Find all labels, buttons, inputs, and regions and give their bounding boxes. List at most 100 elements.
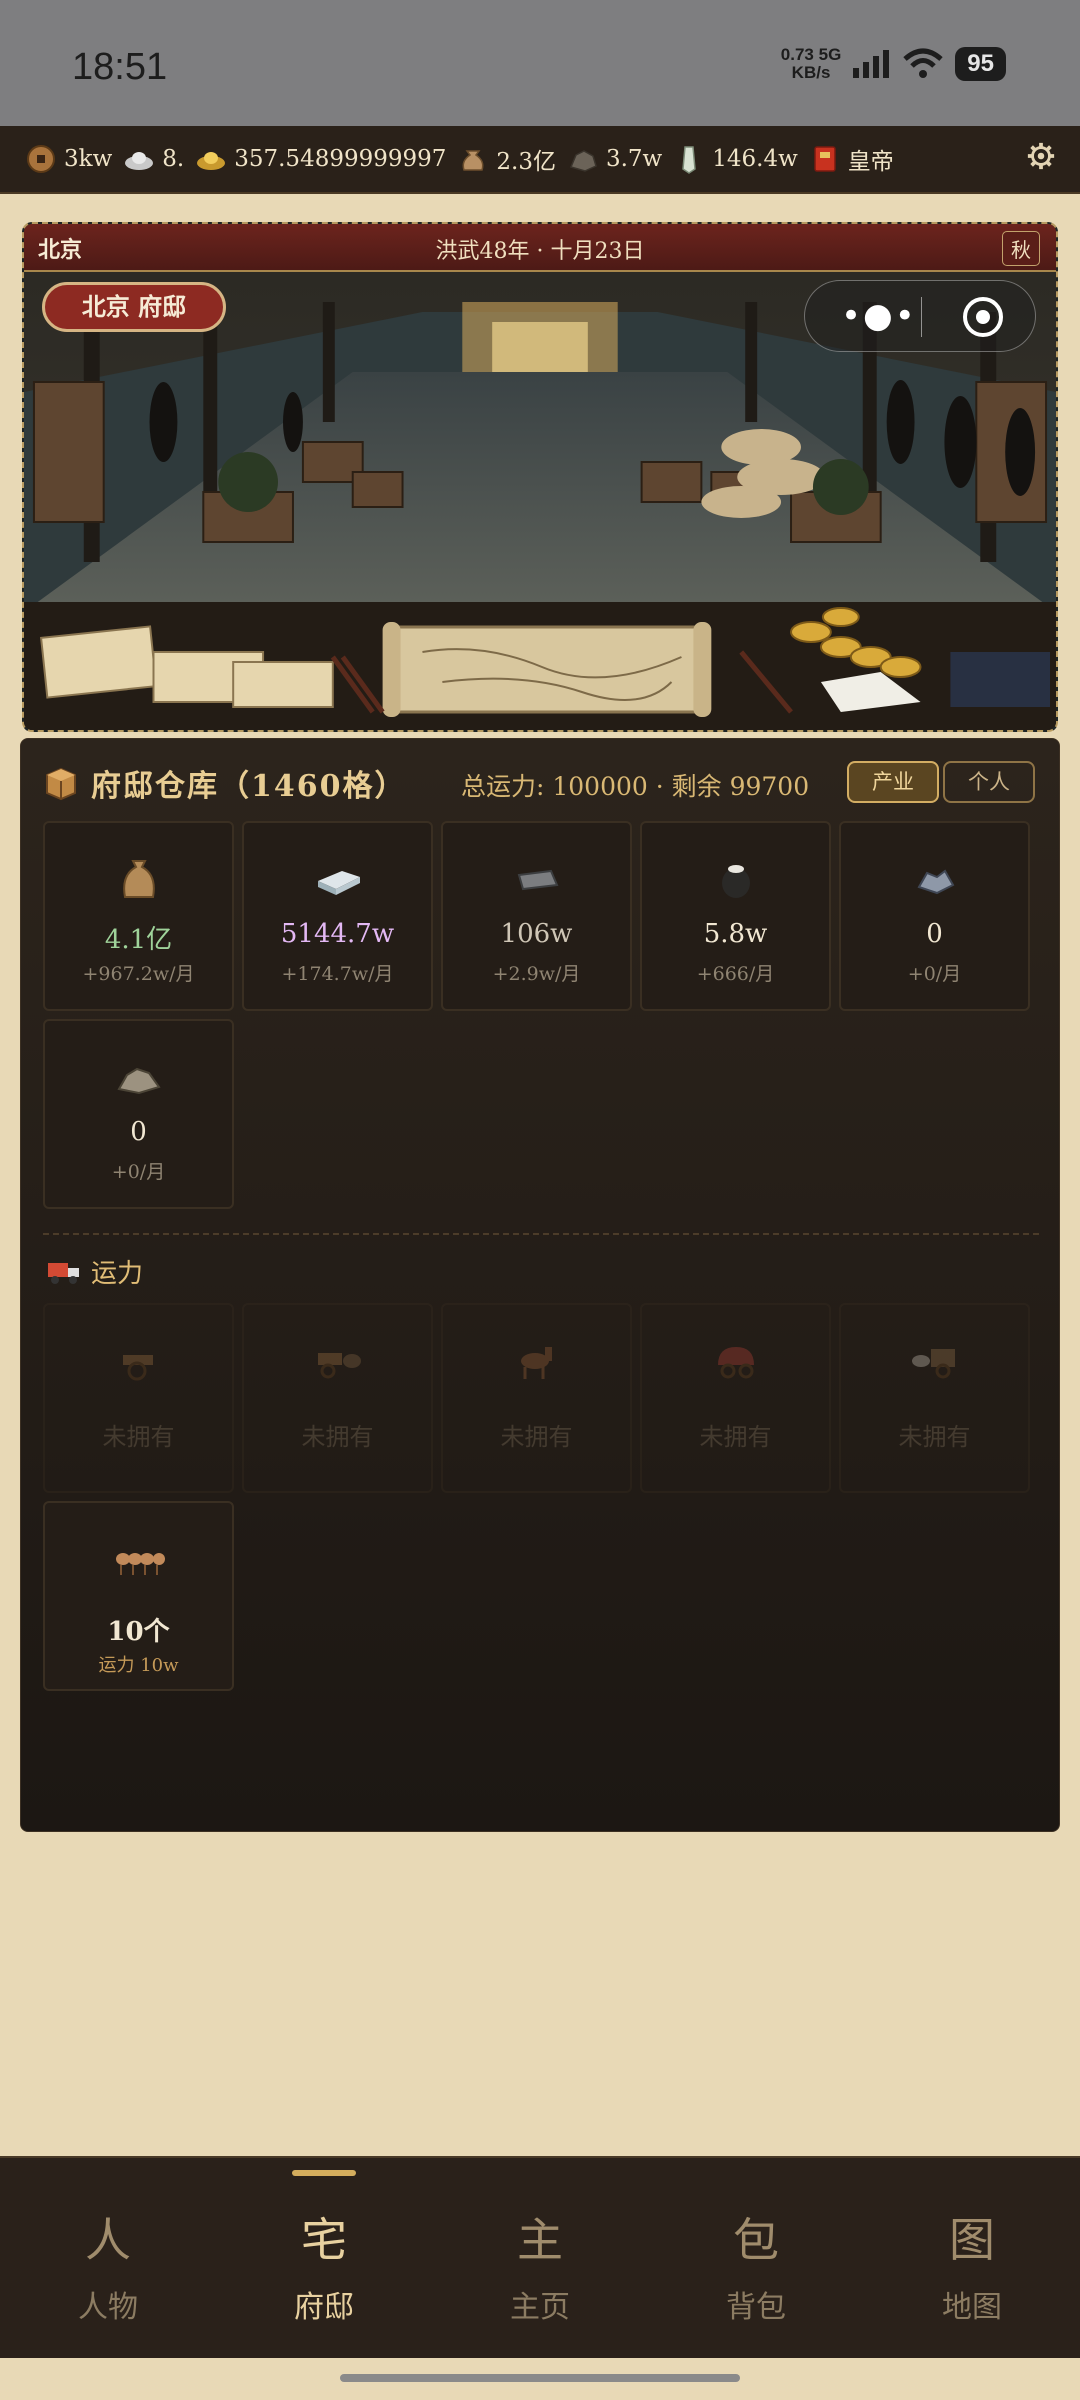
nav-label: 府邸 <box>294 2290 354 2325</box>
nav-glyph: 图 <box>949 2213 995 2267</box>
more-icon[interactable]: •●• <box>841 299 917 333</box>
money-bag-icon <box>456 142 490 176</box>
gear-icon[interactable] <box>1026 141 1056 177</box>
vehicle-capacity: 运力 10w <box>98 1655 179 1676</box>
tab-personal[interactable]: 个人 <box>943 761 1035 803</box>
item-amount: 106w <box>500 919 573 949</box>
item-rate: +2.9w/月 <box>492 963 581 985</box>
transport-title: 运力 <box>47 1253 143 1290</box>
nav-label: 地图 <box>942 2290 1002 2325</box>
warehouse-item-ore[interactable]: 0 +0/月 <box>43 1019 234 1209</box>
resource-value: 3kw <box>64 146 113 172</box>
nav-backpack[interactable]: 包 背包 <box>648 2158 864 2358</box>
nav-home[interactable]: 主 主页 <box>432 2158 648 2358</box>
camel-caravan-icon <box>113 1535 165 1583</box>
vehicle-horse[interactable]: 未拥有 <box>441 1303 632 1493</box>
nav-label: 背包 <box>726 2290 786 2325</box>
vehicle-handcart[interactable]: 未拥有 <box>43 1303 234 1493</box>
nav-residence[interactable]: 宅 府邸 <box>216 2158 432 2358</box>
warehouse-tabs: 产业 个人 <box>847 761 1035 803</box>
capacity-text: 总运力: 100000 · 剩余 99700 <box>461 772 810 801</box>
resource-copper[interactable]: 3kw <box>24 142 112 176</box>
net-speed-value: 0.73 <box>780 45 814 64</box>
truck-icon <box>48 1262 79 1284</box>
warehouse-item-iron[interactable]: 106w +2.9w/月 <box>441 821 632 1011</box>
covered-wagon-icon <box>710 1337 762 1385</box>
warehouse-item-silver[interactable]: 5144.7w +174.7w/月 <box>242 821 433 1011</box>
nav-character[interactable]: 人 人物 <box>0 2158 216 2358</box>
silver-ingot-icon <box>122 142 156 176</box>
ore-icon <box>566 142 600 176</box>
vehicle-horse-carriage[interactable]: 未拥有 <box>839 1303 1030 1493</box>
resource-bar: 3kw 8. 357.54899999997 2.3亿 3.7w 146.4w … <box>0 126 1080 194</box>
resource-ore[interactable]: 3.7w <box>566 142 662 176</box>
resource-silver[interactable]: 8. <box>122 142 184 176</box>
handcart-icon <box>113 1337 165 1385</box>
warehouse-item-grain[interactable]: 4.1亿 +967.2w/月 <box>43 821 234 1011</box>
salt-jar-icon <box>710 855 762 903</box>
resource-money[interactable]: 2.3亿 <box>456 142 556 176</box>
resource-jade[interactable]: 146.4w <box>672 142 798 176</box>
vehicle-status: 未拥有 <box>898 1423 971 1451</box>
item-rate: +174.7w/月 <box>281 963 394 985</box>
item-rate: +0/月 <box>111 1161 166 1183</box>
net-unit: KB/s <box>791 63 831 82</box>
battery-indicator: 95 <box>955 47 1006 81</box>
vehicle-camel-caravan[interactable]: 10个 运力 10w <box>43 1501 234 1691</box>
item-amount: 4.1亿 <box>104 925 173 955</box>
box-icon <box>46 767 76 801</box>
capsule-divider <box>921 297 922 337</box>
gemstone-icon <box>909 855 961 903</box>
item-amount: 5144.7w <box>280 919 395 949</box>
resource-title[interactable]: 皇帝 <box>808 142 894 176</box>
item-amount: 0 <box>926 919 943 949</box>
nav-glyph: 宅 <box>301 2213 347 2267</box>
net-type: 5G <box>818 45 842 64</box>
vehicle-count: 10个 <box>107 1617 170 1647</box>
ore-pile-icon <box>113 1053 165 1101</box>
warehouse-panel: 府邸仓库（1460格） 总运力: 100000 · 剩余 99700 产业 个人… <box>20 738 1060 1832</box>
game-date: 洪武48年 · 十月23日 <box>435 239 645 264</box>
nav-map[interactable]: 图 地图 <box>864 2158 1080 2358</box>
item-rate: +666/月 <box>696 963 775 985</box>
warehouse-item-salt[interactable]: 5.8w +666/月 <box>640 821 831 1011</box>
vehicle-covered-wagon[interactable]: 未拥有 <box>640 1303 831 1493</box>
nav-label: 主页 <box>510 2290 570 2325</box>
horse-carriage-icon <box>909 1337 961 1385</box>
resource-value: 357.54899999997 <box>234 146 447 172</box>
residence-scene: 北京 洪武48年 · 十月23日 秋 北京 府邸 •●• <box>22 222 1058 732</box>
vehicle-ox-cart[interactable]: 未拥有 <box>242 1303 433 1493</box>
copper-coin-icon <box>24 142 58 176</box>
horse-icon <box>511 1337 563 1385</box>
clock: 18:51 <box>72 46 168 88</box>
section-divider <box>43 1233 1039 1235</box>
close-target-icon[interactable] <box>963 297 1003 337</box>
item-rate: +0/月 <box>907 963 962 985</box>
resource-value: 2.3亿 <box>496 149 556 175</box>
scene-header: 北京 洪武48年 · 十月23日 秋 <box>24 224 1056 272</box>
signal-icon <box>853 50 890 78</box>
imperial-book-icon <box>808 142 842 176</box>
resource-gold[interactable]: 357.54899999997 <box>194 142 446 176</box>
location-button[interactable]: 北京 府邸 <box>42 282 226 332</box>
vehicle-status: 未拥有 <box>500 1423 573 1451</box>
item-amount: 5.8w <box>703 919 768 949</box>
item-rate: +967.2w/月 <box>82 963 195 985</box>
resource-value: 146.4w <box>712 146 798 172</box>
warehouse-item-gem[interactable]: 0 +0/月 <box>839 821 1030 1011</box>
status-bar: 18:51 0.73 5G KB/s 95 <box>0 0 1080 126</box>
warehouse-title-text: 府邸仓库（1460格） <box>91 769 407 804</box>
network-speed: 0.73 5G KB/s <box>781 46 842 82</box>
wifi-icon <box>903 48 943 78</box>
nav-glyph: 主 <box>517 2213 563 2267</box>
resource-value: 8. <box>162 146 185 172</box>
active-indicator <box>292 2170 356 2176</box>
resource-value: 3.7w <box>605 146 663 172</box>
ox-cart-icon <box>312 1337 364 1385</box>
tab-industry[interactable]: 产业 <box>847 761 939 803</box>
vehicle-status: 未拥有 <box>301 1423 374 1451</box>
nav-glyph: 包 <box>733 2213 779 2267</box>
mini-program-capsule: •●• <box>804 280 1036 352</box>
home-indicator[interactable] <box>340 2374 740 2382</box>
transport-grid: 未拥有 未拥有 未拥有 未拥有 未拥有 10个 运力 10w <box>43 1303 1030 1691</box>
